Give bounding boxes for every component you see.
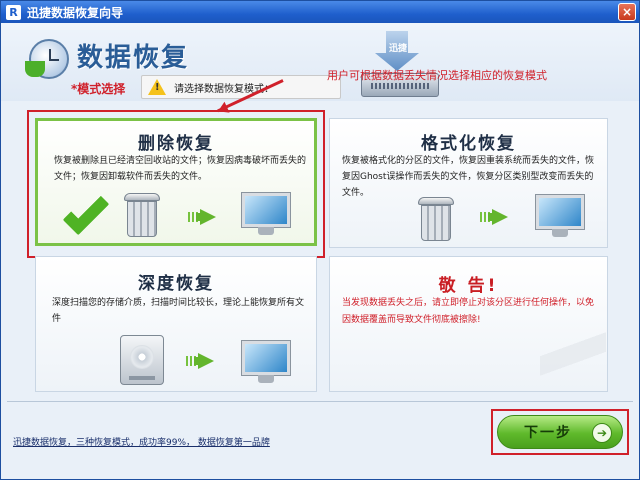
hdd-slots [371, 83, 429, 89]
restore-arrow-icon [25, 61, 45, 77]
app-logo-icon: R [6, 4, 21, 20]
hdd-brand-text: 迅捷 [389, 44, 408, 54]
hard-drive-icon: 迅捷 [361, 31, 441, 99]
monitor-icon [535, 194, 585, 237]
card-description: 深度扫描您的存储介质，扫描时间比较长，理论上能恢复所有文件 [52, 298, 305, 324]
warning-panel: 敬 告! 当发现数据丢失之后，请立即停止对该分区进行任何操作，以免因数据覆盖而导… [329, 256, 608, 392]
annotation-text: 用户可根据数据丢失情况选择相应的恢复模式 [327, 69, 547, 82]
mode-hint-box: ! 请选择数据恢复模式： [141, 75, 341, 99]
app-window: R 迅捷数据恢复向导 × 数据恢复 *模式选择 ! 请选择数据恢复模式： 迅捷 … [0, 0, 640, 480]
header-banner: 数据恢复 *模式选择 ! 请选择数据恢复模式： 迅捷 [1, 23, 639, 101]
footer-divider [7, 401, 633, 402]
monitor-icon [241, 340, 291, 383]
next-button[interactable]: 下一步 ➔ [497, 415, 623, 449]
card-title: 删除恢复 [138, 134, 214, 154]
warning-description: 当发现数据丢失之后，请立即停止对该分区进行任何操作，以免因数据覆盖而导致文件彻底… [342, 298, 595, 325]
hard-disk-icon [120, 335, 164, 385]
arrow-right-icon [480, 209, 510, 225]
mode-card-format-recovery[interactable]: 格式化恢复 恢复被格式化的分区的文件，恢复因重装系统而丢失的文件，恢复因Ghos… [329, 118, 608, 248]
arrow-right-icon [186, 353, 216, 369]
card-description: 恢复被格式化的分区的文件，恢复因重装系统而丢失的文件，恢复因Ghost误操作而丢… [342, 156, 595, 198]
card-title: 格式化恢复 [421, 134, 516, 154]
window-title: 迅捷数据恢复向导 [27, 5, 124, 20]
arrow-right-icon [188, 209, 218, 225]
close-button[interactable]: × [618, 3, 636, 21]
card-description: 恢复被删除且已经清空回收站的文件；恢复因病毒破坏而丢失的文件；恢复因卸载软件而丢… [54, 156, 307, 182]
footer-promo-link[interactable]: 迅捷数据恢复，三种恢复模式，成功率99%， 数据恢复第一品牌 [13, 435, 270, 448]
next-button-label: 下一步 [524, 425, 572, 441]
trash-bin-icon [124, 193, 160, 237]
card-title: 深度恢复 [138, 274, 214, 294]
arrow-right-circle-icon: ➔ [592, 423, 612, 443]
page-title: 数据恢复 [77, 43, 190, 73]
mode-card-delete-recovery[interactable]: 删除恢复 恢复被删除且已经清空回收站的文件；恢复因病毒破坏而丢失的文件；恢复因卸… [35, 118, 317, 246]
checkmark-icon [62, 188, 110, 236]
warning-icon: ! [148, 79, 166, 95]
title-bar[interactable]: R 迅捷数据恢复向导 × [1, 1, 639, 23]
warning-title: 敬 告! [438, 276, 499, 296]
monitor-icon [241, 192, 291, 235]
mode-select-label: *模式选择 [71, 82, 126, 96]
mode-card-deep-recovery[interactable]: 深度恢复 深度扫描您的存储介质，扫描时间比较长，理论上能恢复所有文件 [35, 256, 317, 392]
trash-bin-icon [418, 197, 454, 241]
